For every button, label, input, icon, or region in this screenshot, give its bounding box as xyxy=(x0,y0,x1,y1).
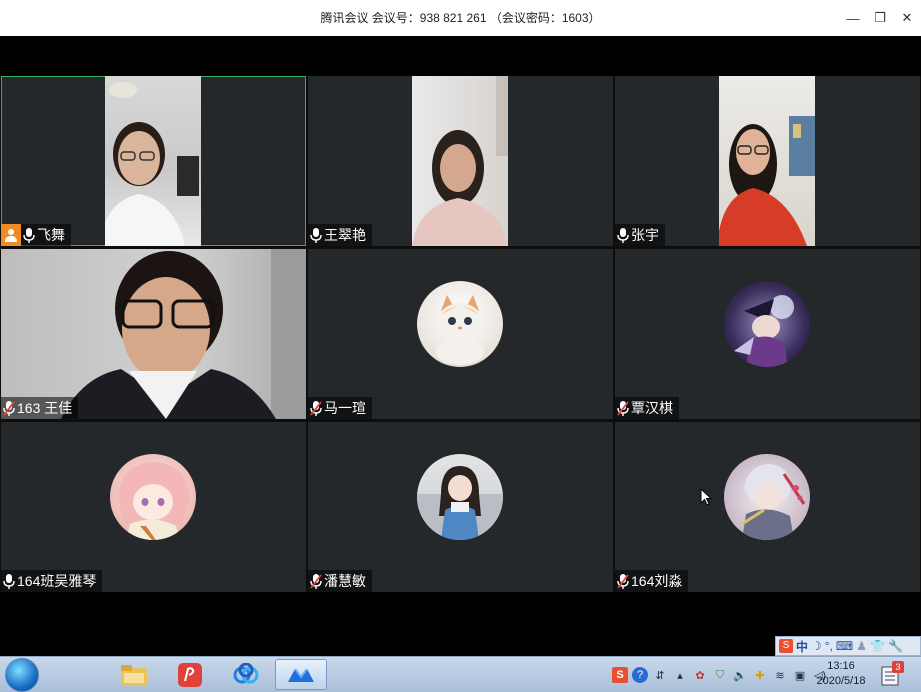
participant-name: 164班吴雅琴 xyxy=(17,573,97,589)
mic-icon xyxy=(310,228,322,243)
participant-tile[interactable]: 潘慧敏 xyxy=(308,422,613,592)
participant-tile[interactable]: 张宇 xyxy=(615,76,920,246)
notification-icon[interactable]: 3 xyxy=(880,661,904,687)
participant-video xyxy=(1,249,306,419)
participant-nametag: 163 王佳 xyxy=(1,397,79,419)
mic-muted-icon xyxy=(617,574,629,589)
participant-name: 飞舞 xyxy=(37,227,65,243)
show-hidden-icons-icon[interactable]: ▴ xyxy=(672,667,688,683)
wifi-icon[interactable]: ≋ xyxy=(772,667,788,683)
sogou-s-icon[interactable]: S xyxy=(779,639,793,653)
mic-muted-icon xyxy=(310,574,322,589)
punctuation-icon[interactable]: °, xyxy=(825,639,833,653)
kitten-avatar-icon xyxy=(417,281,503,367)
title-bar: 腾讯会议 会议号：938 821 261 （会议密码：1603） — ❐ ✕ xyxy=(0,0,921,36)
participant-nametag: 马一瑄 xyxy=(308,397,372,419)
baidu-netdisk-icon[interactable] xyxy=(220,659,272,690)
participant-nametag: 164班吴雅琴 xyxy=(1,570,103,592)
participant-name: 潘慧敏 xyxy=(324,573,366,589)
security-shield-icon[interactable]: ⛉ xyxy=(712,667,728,683)
video-grid: 飞舞 王翠艳 张宇 163 王佳 马一瑄 覃汉棋 164班吴雅琴 潘慧敏 164… xyxy=(0,76,921,592)
settings-icon[interactable]: ✿ xyxy=(692,667,708,683)
window-title: 腾讯会议 会议号：938 821 261 （会议密码：1603） xyxy=(320,11,601,25)
participant-nametag: 164刘淼 xyxy=(615,570,689,592)
mic-muted-icon xyxy=(3,401,15,416)
mic-icon xyxy=(3,574,15,589)
participant-video xyxy=(412,76,508,246)
ime-toolbar[interactable]: S 中 ☽ °, ⌨ ♟ 👕 🔧 xyxy=(775,636,921,656)
mic-icon xyxy=(617,228,629,243)
participant-nametag: 王翠艳 xyxy=(308,224,372,246)
host-badge-icon xyxy=(1,224,21,246)
participant-name: 张宇 xyxy=(631,227,659,243)
clock-date: 2020/5/18 xyxy=(816,675,866,687)
participant-tile[interactable]: 马一瑄 xyxy=(308,249,613,419)
participant-nametag: 飞舞 xyxy=(1,224,71,246)
taskbar-clock[interactable]: 13:16 2020/5/18 xyxy=(808,659,874,689)
participant-video xyxy=(105,76,201,246)
display-icon[interactable]: ▣ xyxy=(792,667,808,683)
participant-tile[interactable]: 王翠艳 xyxy=(308,76,613,246)
mic-muted-icon xyxy=(617,401,629,416)
taskbar: S ? ⇵ ▴ ✿ ⛉ 🔈 ✚ ≋ ▣ ◁) 13:16 2020/5/18 3 xyxy=(0,656,921,692)
restore-button[interactable]: ❐ xyxy=(868,6,892,30)
anime-swordsman-avatar-icon xyxy=(724,454,810,540)
mic-muted-icon xyxy=(310,401,322,416)
notification-count-badge: 3 xyxy=(892,661,904,673)
participant-name: 覃汉棋 xyxy=(631,400,673,416)
doll-avatar-icon xyxy=(417,454,503,540)
help-icon[interactable]: ? xyxy=(632,667,648,683)
participant-name: 王翠艳 xyxy=(324,227,366,243)
clock-time: 13:16 xyxy=(827,660,855,672)
participant-tile[interactable]: 164刘淼 xyxy=(615,422,920,592)
start-button[interactable] xyxy=(5,658,39,692)
user-icon[interactable]: ♟ xyxy=(856,639,867,653)
moon-icon[interactable]: ☽ xyxy=(811,639,822,653)
participant-nametag: 张宇 xyxy=(615,224,665,246)
system-tray: S ? ⇵ ▴ ✿ ⛉ 🔈 ✚ ≋ ▣ ◁) xyxy=(612,661,828,689)
participant-tile[interactable]: 覃汉棋 xyxy=(615,249,920,419)
top-spacer xyxy=(0,36,921,76)
wps-pdf-icon[interactable] xyxy=(164,659,216,690)
antivirus-icon[interactable]: ✚ xyxy=(752,667,768,683)
network-transfer-icon[interactable]: ⇵ xyxy=(652,667,668,683)
file-explorer-icon[interactable] xyxy=(108,659,160,690)
minimize-button[interactable]: — xyxy=(841,6,865,30)
anime-witch-avatar-icon xyxy=(724,281,810,367)
mouse-cursor-icon xyxy=(700,488,713,506)
anime-girl-avatar-icon xyxy=(110,454,196,540)
participant-name: 164刘淼 xyxy=(631,573,683,589)
participant-nametag: 覃汉棋 xyxy=(615,397,679,419)
tencent-meeting-icon[interactable] xyxy=(275,659,327,690)
participant-nametag: 潘慧敏 xyxy=(308,570,372,592)
participant-video xyxy=(719,76,815,246)
shirt-icon[interactable]: 👕 xyxy=(870,639,885,653)
participant-tile[interactable]: 164班吴雅琴 xyxy=(1,422,306,592)
volume-icon[interactable]: 🔈 xyxy=(732,667,748,683)
mic-icon xyxy=(23,228,35,243)
ime-mode-label[interactable]: 中 xyxy=(796,638,808,655)
participant-tile[interactable]: 飞舞 xyxy=(1,76,306,246)
sogou-tray-icon[interactable]: S xyxy=(612,667,628,683)
close-button[interactable]: ✕ xyxy=(895,6,919,30)
wrench-icon[interactable]: 🔧 xyxy=(888,639,903,653)
participant-name: 马一瑄 xyxy=(324,400,366,416)
keyboard-icon[interactable]: ⌨ xyxy=(836,639,853,653)
participant-tile[interactable]: 163 王佳 xyxy=(1,249,306,419)
participant-name: 163 王佳 xyxy=(17,400,73,416)
